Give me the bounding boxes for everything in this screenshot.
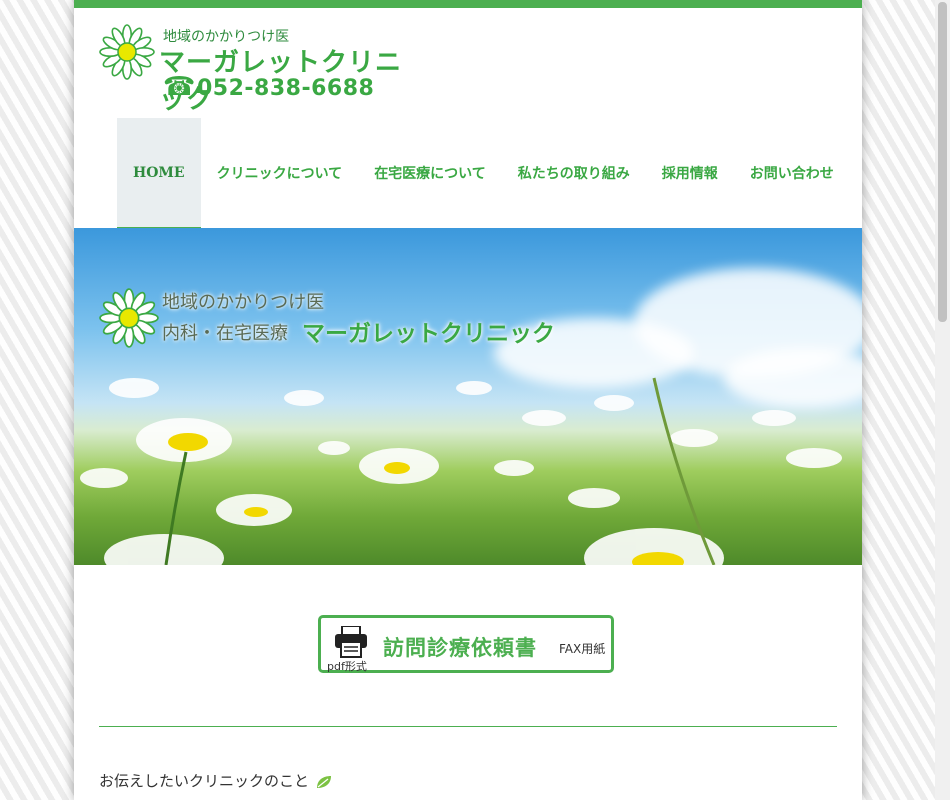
phone-number[interactable]: 052-838-6688 [197,76,374,101]
hero-banner: 地域のかかりつけ医 内科・在宅医療 マーガレットクリニック [74,228,862,565]
nav-item-home[interactable]: HOME [117,118,201,228]
printer-icon [335,626,367,658]
top-accent-bar [74,0,862,8]
hero-tagline: 地域のかかりつけ医 [162,292,325,313]
daisy-field-image [80,377,842,565]
phone-icon: ☎ [163,72,196,102]
hero-daisy-icon [99,288,159,348]
site-logo[interactable]: 地域のかかりつけ医 マーガレットクリニック ☎ 052-838-6688 [99,24,409,115]
section-divider [99,726,837,727]
vertical-scrollbar[interactable] [935,0,950,800]
fax-button-label: 訪問診療依頼書 [383,636,537,660]
section-heading: お伝えしたいクリニックのこと [99,770,332,791]
hero-subtitle: 内科・在宅医療 [162,323,288,344]
leaf-icon [316,775,331,788]
nav-item-our-efforts[interactable]: 私たちの取り組み [502,118,646,228]
nav-item-recruitment[interactable]: 採用情報 [646,118,734,228]
section-heading-text: お伝えしたいクリニックのこと [99,772,310,790]
main-navigation: HOME クリニックについて 在宅医療について 私たちの取り組み 採用情報 お問… [117,118,850,228]
fax-button-sublabel: FAX用紙 [559,642,606,656]
nav-item-home-medical-care[interactable]: 在宅医療について [358,118,502,228]
page-container: 地域のかかりつけ医 マーガレットクリニック ☎ 052-838-6688 HOM… [74,0,862,800]
pdf-format-label: pdf形式 [327,660,367,673]
visit-request-fax-button[interactable]: pdf形式 訪問診療依頼書 FAX用紙 [318,615,614,673]
hero-clinic-name: マーガレットクリニック [302,321,555,347]
scrollbar-thumb[interactable] [938,2,947,322]
daisy-logo-icon [99,24,155,80]
nav-item-about-clinic[interactable]: クリニックについて [201,118,359,228]
nav-item-contact[interactable]: お問い合わせ [734,118,850,228]
